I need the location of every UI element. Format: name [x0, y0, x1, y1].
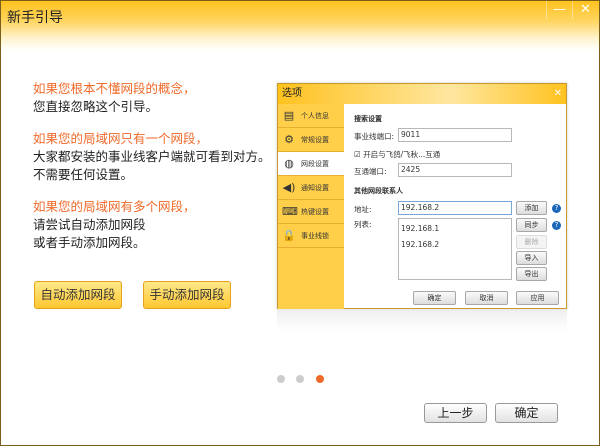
lock-icon: 🔒 — [282, 229, 296, 242]
ok-button[interactable]: 确定 — [495, 403, 558, 423]
minimize-button[interactable]: — — [546, 1, 572, 19]
window-title: 新手引导 — [7, 10, 63, 26]
page-dot-2[interactable] — [296, 375, 304, 383]
address-input: 192.168.2 — [398, 201, 512, 215]
list-item: 192.168.2 — [401, 240, 440, 249]
address-list: 192.168.1 192.168.2 — [398, 218, 512, 280]
page-dot-3-active[interactable] — [316, 375, 324, 383]
sidebar-item-hotkey: ⌨ 热键设置 — [278, 200, 344, 224]
delete-button: 删除 — [516, 235, 547, 249]
interop-port-input: 2425 — [398, 163, 512, 177]
help-icon: ? — [552, 221, 561, 230]
intro-text: 请尝试自动添加网段 — [33, 217, 146, 232]
sidebar-item-notify: ◀) 通知设置 — [278, 176, 344, 200]
add-button: 添加 — [516, 201, 547, 215]
intro-paragraph-1: 如果您根本不懂网段的概念， 您直接忽略这个引导。 — [33, 80, 196, 116]
sidebar-item-label: 热键设置 — [301, 207, 329, 216]
sidebar-item-label: 通知设置 — [301, 183, 329, 192]
options-title-bar: 选项 ✕ — [278, 84, 566, 104]
guide-window: 新手引导 — ✕ 如果您根本不懂网段的概念， 您直接忽略这个引导。 如果您的局域… — [0, 0, 600, 446]
options-title: 选项 — [282, 88, 302, 99]
address-label: 地址: — [354, 205, 372, 214]
intro-text: 或者手动添加网段。 — [33, 235, 146, 250]
intro-highlight: 如果您根本不懂网段的概念， — [33, 81, 196, 96]
intro-text: 您直接忽略这个引导。 — [33, 99, 159, 114]
options-ok-button: 确定 — [413, 291, 456, 305]
sidebar-item-label: 网段设置 — [301, 159, 329, 168]
check-icon: ☑ — [354, 150, 361, 159]
intro-highlight: 如果您的局域网有多个网段， — [33, 199, 196, 214]
keyboard-icon: ⌨ — [282, 205, 298, 218]
title-bar: 新手引导 — ✕ — [1, 1, 599, 51]
port-input: 9011 — [398, 128, 512, 142]
intro-text: 大家都安装的事业线客户端就可看到对方。 — [33, 149, 271, 164]
sidebar-item-label: 个人信息 — [301, 111, 329, 120]
preview-reflection — [277, 310, 567, 332]
sidebar-item-label: 常规设置 — [301, 135, 329, 144]
import-button: 导入 — [516, 251, 547, 265]
options-cancel-button: 取消 — [465, 291, 508, 305]
prev-button[interactable]: 上一步 — [424, 403, 487, 423]
search-section-title: 搜索设置 — [354, 115, 382, 123]
speaker-icon: ◀) — [282, 181, 296, 194]
auto-add-segment-button[interactable]: 自动添加网段 — [34, 281, 122, 309]
sidebar-item-personal: ▤ 个人信息 — [278, 104, 344, 128]
sync-button: 同步 — [516, 218, 547, 232]
globe-icon: ◍ — [284, 157, 294, 170]
gear-icon: ⚙ — [284, 133, 294, 146]
id-card-icon: ▤ — [283, 109, 295, 122]
intro-text: 不需要任何设置。 — [33, 167, 134, 182]
sidebar-item-label: 事业线锁 — [301, 231, 329, 240]
intro-paragraph-2: 如果您的局域网只有一个网段， 大家都安装的事业线客户端就可看到对方。 不需要任何… — [33, 130, 271, 184]
list-item: 192.168.1 — [401, 224, 440, 233]
close-button[interactable]: ✕ — [572, 1, 598, 19]
page-dot-1[interactable] — [277, 375, 285, 383]
close-icon: ✕ — [553, 88, 562, 99]
list-label: 列表: — [354, 220, 372, 229]
options-apply-button: 应用 — [516, 291, 559, 305]
sidebar-item-network: ◍ 网段设置 — [278, 152, 344, 176]
interop-label: 开启与飞鸽/飞秋...互通 — [363, 150, 441, 159]
intro-highlight: 如果您的局域网只有一个网段， — [33, 131, 209, 146]
options-dialog-preview: 选项 ✕ ▤ 个人信息 ⚙ 常规设置 ◍ 网段设置 ◀) 通知设置 ⌨ 热键设置 🔒 事业线锁… — [277, 83, 567, 309]
intro-paragraph-3: 如果您的局域网有多个网段， 请尝试自动添加网段 或者手动添加网段。 — [33, 198, 196, 252]
options-sidebar: ▤ 个人信息 ⚙ 常规设置 ◍ 网段设置 ◀) 通知设置 ⌨ 热键设置 🔒 事业线锁 — [278, 104, 344, 309]
options-content: 搜索设置 事业线端口: 9011 ☑ 开启与飞鸽/飞秋...互通 互通端口: 2… — [344, 104, 566, 308]
contacts-section-title: 其他网段联系人 — [354, 187, 403, 195]
manual-add-segment-button[interactable]: 手动添加网段 — [143, 281, 231, 309]
sidebar-item-lock: 🔒 事业线锁 — [278, 224, 344, 248]
interop-port-label: 互通端口: — [354, 167, 387, 176]
port-label: 事业线端口: — [354, 132, 395, 141]
export-button: 导出 — [516, 267, 547, 281]
interop-checkbox: ☑ 开启与飞鸽/飞秋...互通 — [354, 149, 440, 160]
sidebar-item-general: ⚙ 常规设置 — [278, 128, 344, 152]
help-icon: ? — [552, 204, 561, 213]
